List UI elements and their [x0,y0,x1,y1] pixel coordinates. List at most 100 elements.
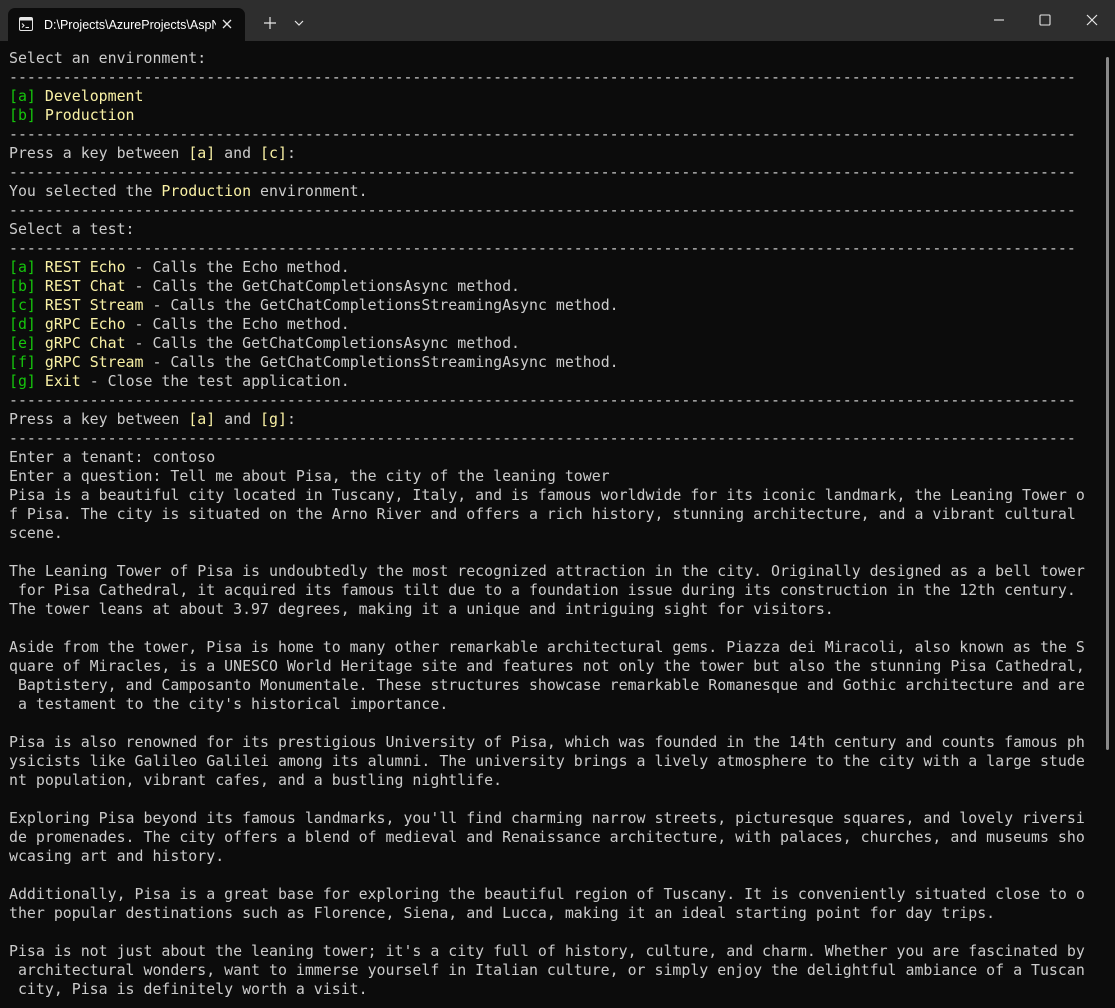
prompt-text: : [286,410,296,428]
answer-line: quare of Miracles, is a UNESCO World Her… [9,657,1085,675]
option-desc: - Calls the GetChatCompletionsStreamingA… [143,296,619,314]
test-option-rest-echo: [a] REST Echo - Calls the Echo method. [9,258,350,277]
prompt-key-last: [c] [260,144,287,162]
close-icon [1086,14,1097,26]
option-key: [c] [9,296,36,314]
tab-title: D:\Projects\AzureProjects\AspNetCore.Cha… [44,18,216,32]
answer-line: f Pisa. The city is situated on the Arno… [9,505,1076,523]
answer-line: Baptistery, and Camposanto Monumentale. … [9,676,1085,694]
maximize-icon [1039,14,1051,26]
test-prompt: Select a test: [9,220,135,238]
title-bar: D:\Projects\AzureProjects\AspNetCore.Cha… [0,0,1115,41]
selected-env-text: You selected the [9,182,162,200]
separator: ----------------------------------------… [9,68,1076,86]
option-key: [d] [9,315,36,333]
option-desc: - Close the test application. [80,372,350,390]
separator: ----------------------------------------… [9,125,1076,143]
vertical-scrollbar[interactable] [1106,57,1109,750]
prompt-key-last: [g] [260,410,287,428]
answer-line: Aside from the tower, Pisa is home to ma… [9,638,1085,656]
option-key: [g] [9,372,36,390]
separator: ----------------------------------------… [9,201,1076,219]
selected-env-text: environment. [251,182,368,200]
option-name: Production [44,106,135,124]
answer-line: The tower leans at about 3.97 degrees, m… [9,600,834,618]
answer-line: Pisa is also renowned for its prestigiou… [9,733,1085,751]
minimize-icon [994,19,1004,21]
answer-line: ther popular destinations such as Floren… [9,904,996,922]
option-name: gRPC Chat [44,334,126,352]
test-option-rest-chat: [b] REST Chat - Calls the GetChatComplet… [9,277,520,296]
separator: ----------------------------------------… [9,429,1076,447]
option-key: [a] [9,258,36,276]
option-name: REST Stream [44,296,144,314]
prompt-text: and [215,144,261,162]
option-desc: - Calls the GetChatCompletionsAsync meth… [125,334,521,352]
console-output[interactable]: Select an environment: -----------------… [0,41,1115,1008]
question-line: Enter a question: Tell me about Pisa, th… [9,467,610,485]
env-prompt: Select an environment: [9,49,207,67]
option-key: [b] [9,277,36,295]
test-option-grpc-echo: [d] gRPC Echo - Calls the Echo method. [9,315,350,334]
answer-line: a testament to the city's historical imp… [9,695,449,713]
test-option-grpc-chat: [e] gRPC Chat - Calls the GetChatComplet… [9,334,520,353]
answer-line: architectural wonders, want to immerse y… [9,961,1085,979]
answer-line: Pisa is a beautiful city located in Tusc… [9,486,1085,504]
option-desc: - Calls the GetChatCompletionsAsync meth… [125,277,521,295]
prompt-text: : [286,144,296,162]
test-option-rest-stream: [c] REST Stream - Calls the GetChatCompl… [9,296,619,315]
prompt-key-first: [a] [188,144,216,162]
separator: ----------------------------------------… [9,391,1076,409]
answer-line: Pisa is not just about the leaning tower… [9,942,1085,960]
separator: ----------------------------------------… [9,239,1076,257]
prompt-text: Press a key between [9,144,189,162]
option-name: Exit [44,372,81,390]
option-name: REST Echo [44,258,126,276]
option-key: [a] [9,87,36,105]
tab-close-icon[interactable] [219,16,235,32]
option-desc: - Calls the GetChatCompletionsStreamingA… [143,353,619,371]
env-option-development: [a] Development [9,87,144,106]
answer-line: city, Pisa is definitely worth a visit. [9,980,368,998]
new-tab-button[interactable] [258,8,282,38]
answer-line: wcasing art and history. [9,847,225,865]
answer-line: de promenades. The city offers a blend o… [9,828,1085,846]
answer-line: for Pisa Cathedral, it acquired its famo… [9,581,1076,599]
answer-line: scene. [9,524,63,542]
terminal-icon [19,17,33,31]
answer-line: The Leaning Tower of Pisa is undoubtedly… [9,562,1085,580]
answer-line: Exploring Pisa beyond its famous landmar… [9,809,1085,827]
option-key: [b] [9,106,36,124]
answer-line: nt population, vibrant cafes, and a bust… [9,771,503,789]
minimize-button[interactable] [976,0,1022,40]
option-name: gRPC Stream [44,353,144,371]
env-key-prompt: Press a key between [a] and [c]: [9,144,296,163]
option-name: REST Chat [44,277,126,295]
prompt-text: Press a key between [9,410,189,428]
answer-line: Additionally, Pisa is a great base for e… [9,885,1085,903]
option-name: Development [44,87,144,105]
option-name: gRPC Echo [44,315,126,333]
option-key: [f] [9,353,36,371]
selected-env-line: You selected the Production environment. [9,182,368,201]
prompt-text: and [215,410,261,428]
prompt-key-first: [a] [188,410,216,428]
option-desc: - Calls the Echo method. [125,258,350,276]
option-desc: - Calls the Echo method. [125,315,350,333]
terminal-window: D:\Projects\AzureProjects\AspNetCore.Cha… [0,0,1115,1008]
answer-line: ysicists like Galileo Galilei among its … [9,752,1085,770]
close-window-button[interactable] [1068,0,1115,40]
chevron-down-icon [294,20,304,26]
tab-active[interactable]: D:\Projects\AzureProjects\AspNetCore.Cha… [8,8,245,41]
maximize-button[interactable] [1022,0,1068,40]
test-option-exit: [g] Exit - Close the test application. [9,372,350,391]
test-key-prompt: Press a key between [a] and [g]: [9,410,296,429]
option-key: [e] [9,334,36,352]
test-option-grpc-stream: [f] gRPC Stream - Calls the GetChatCompl… [9,353,619,372]
env-option-production: [b] Production [9,106,135,125]
selected-env-value: Production [161,182,252,200]
tab-dropdown-button[interactable] [288,8,310,38]
separator: ----------------------------------------… [9,163,1076,181]
plus-icon [264,17,276,29]
tenant-line: Enter a tenant: contoso [9,448,216,466]
